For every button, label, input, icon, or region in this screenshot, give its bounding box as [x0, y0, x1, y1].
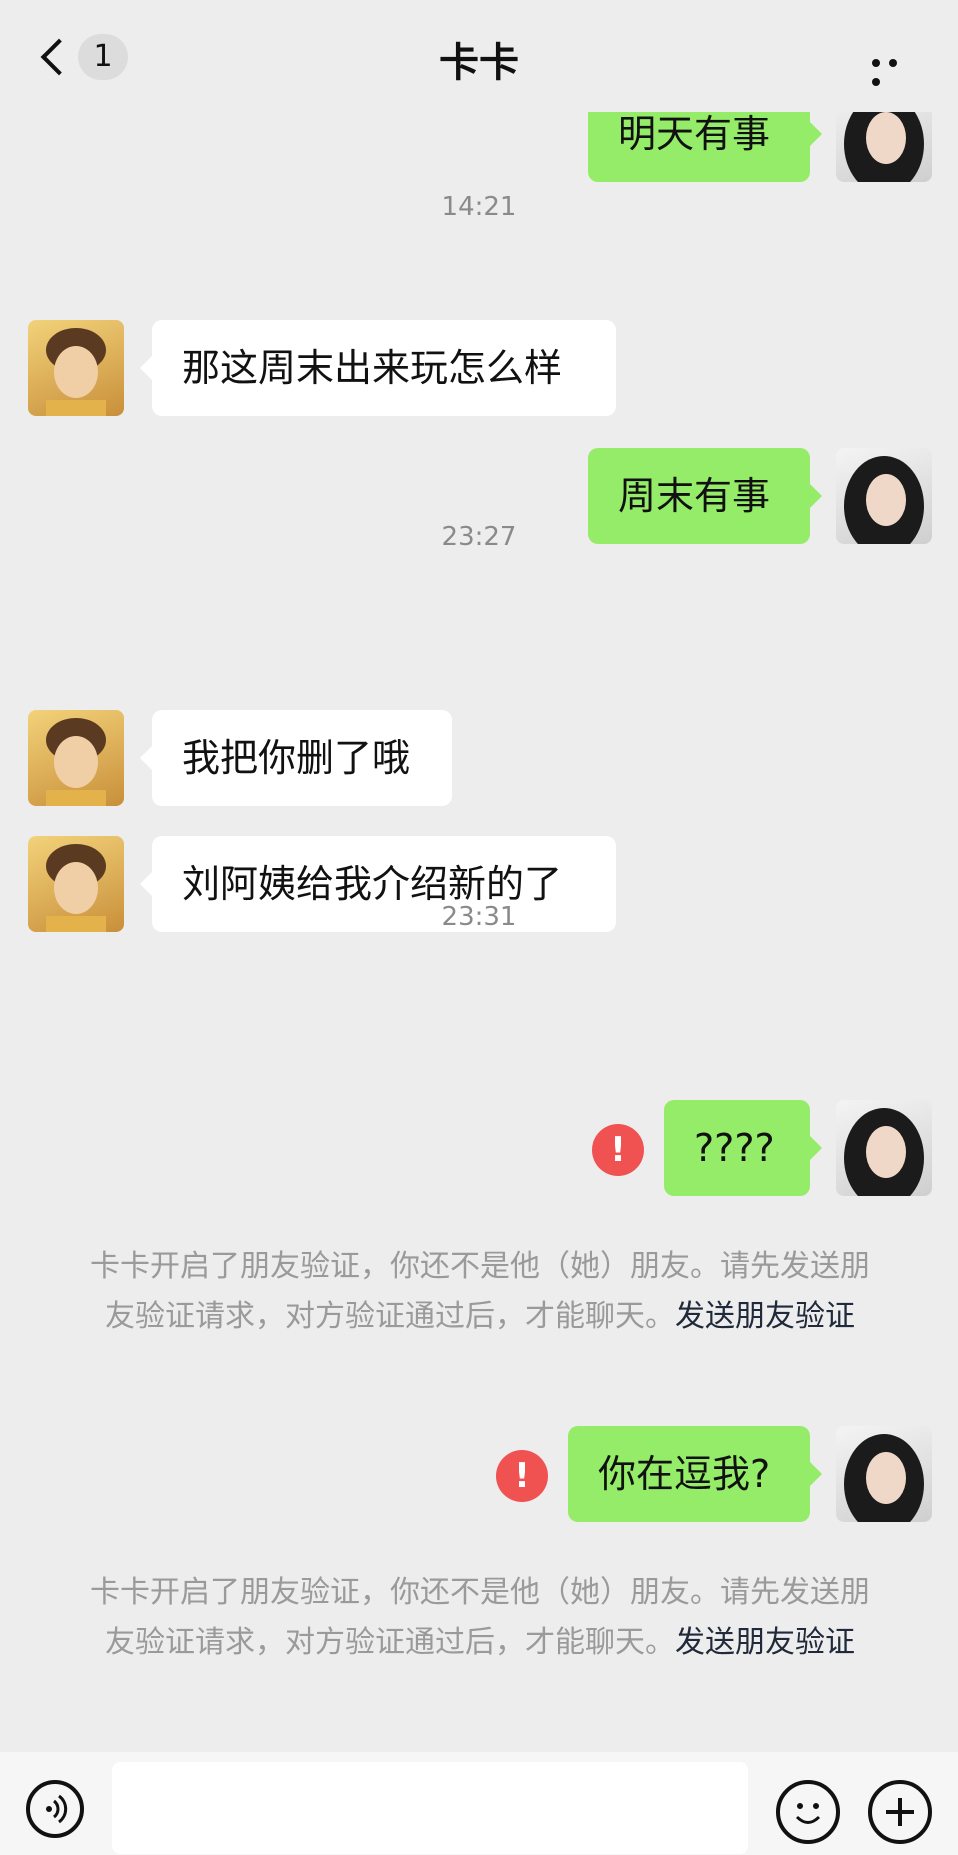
emoji-button[interactable]: [776, 1780, 840, 1844]
input-bar: [0, 1752, 958, 1855]
timestamp: 23:31: [441, 902, 517, 932]
send-friend-request-link[interactable]: 发送朋友验证: [675, 1299, 855, 1334]
send-friend-request-link[interactable]: 发送朋友验证: [675, 1625, 855, 1660]
message-list[interactable]: 明天有事 14:21 那这周末出来玩怎么样 周末有事 23:27 我把你删了哦 …: [0, 112, 958, 1752]
message-input[interactable]: [112, 1762, 748, 1854]
message-bubble-self[interactable]: 你在逗我?: [568, 1426, 822, 1522]
timestamp: 23:27: [441, 522, 517, 552]
self-avatar[interactable]: [836, 1100, 932, 1196]
self-avatar[interactable]: [836, 1426, 932, 1522]
message-bubble-self[interactable]: 明天有事: [588, 112, 822, 182]
chat-header: 1 卡卡: [0, 0, 958, 112]
contact-avatar[interactable]: [28, 710, 124, 806]
message-bubble-contact[interactable]: 那这周末出来玩怎么样: [140, 320, 616, 416]
message-bubble-self[interactable]: ????: [664, 1100, 822, 1196]
voice-button[interactable]: [26, 1780, 84, 1838]
message-bubble-contact[interactable]: 我把你删了哦: [140, 710, 452, 806]
send-failed-icon[interactable]: !: [592, 1124, 644, 1176]
more-button[interactable]: [872, 52, 916, 86]
contact-avatar[interactable]: [28, 320, 124, 416]
plus-icon: [886, 1798, 914, 1826]
voice-icon: [46, 1794, 68, 1824]
system-notice: 卡卡开启了朋友验证，你还不是他（她）朋友。请先发送朋友验证请求，对方验证通过后，…: [80, 1568, 880, 1668]
self-avatar[interactable]: [836, 112, 932, 182]
system-notice: 卡卡开启了朋友验证，你还不是他（她）朋友。请先发送朋友验证请求，对方验证通过后，…: [80, 1242, 880, 1342]
emoji-icon: [795, 1803, 821, 1824]
chat-title: 卡卡: [439, 40, 519, 86]
send-failed-icon[interactable]: !: [496, 1450, 548, 1502]
plus-button[interactable]: [868, 1780, 932, 1844]
timestamp: 14:21: [441, 192, 517, 222]
